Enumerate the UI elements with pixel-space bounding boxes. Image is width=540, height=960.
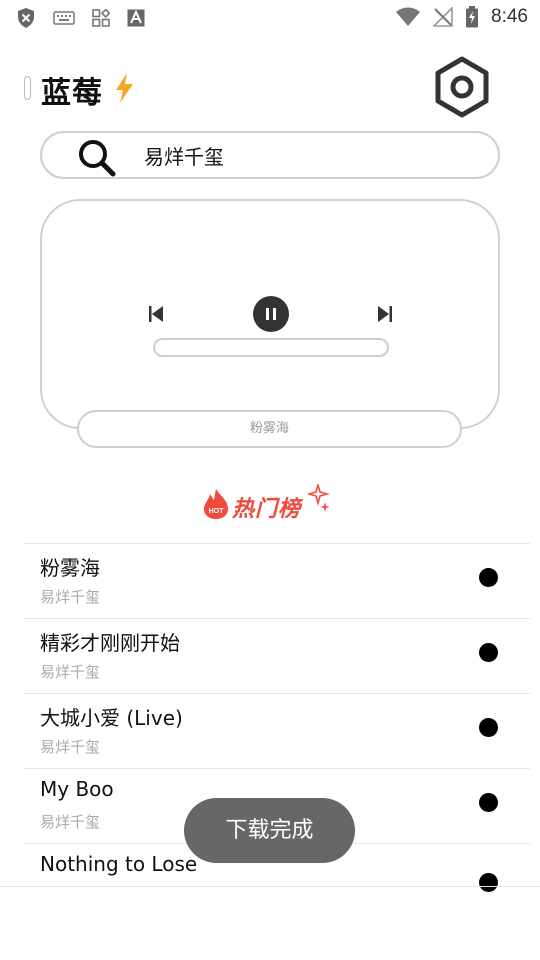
hot-chart-label: 热门榜 — [232, 497, 302, 522]
status-bar: 8:46 — [0, 0, 540, 36]
song-dot-icon[interactable] — [479, 643, 498, 662]
status-time: 8:46 — [491, 6, 528, 27]
wifi-icon — [396, 7, 421, 26]
song-artist: 易烊千玺 — [40, 738, 101, 756]
song-title: 大城小爱 (Live) — [40, 706, 183, 730]
search-bar[interactable] — [40, 131, 500, 179]
keyboard-icon — [53, 11, 75, 25]
song-artist: 易烊千玺 — [40, 813, 101, 831]
pause-button[interactable] — [253, 296, 289, 332]
song-row[interactable]: 精彩才刚刚开始 易烊千玺 — [25, 618, 530, 693]
pause-icon — [266, 308, 276, 320]
app-title: 蓝莓 — [41, 76, 103, 111]
toast-message: 下载完成 — [184, 798, 355, 863]
player-card — [40, 199, 500, 429]
previous-track-icon[interactable] — [148, 305, 164, 323]
hot-badge: HOT — [209, 508, 225, 515]
song-title: My Boo — [40, 777, 114, 801]
status-right-icons: 8:46 — [395, 6, 528, 28]
sparkle-icon — [308, 484, 330, 512]
search-icon[interactable] — [77, 138, 117, 178]
hot-chart-banner: HOT 热门榜 — [200, 484, 340, 524]
song-dot-icon[interactable] — [479, 793, 498, 812]
lightning-icon — [116, 73, 133, 103]
song-row[interactable]: 粉雾海 易烊千玺 — [25, 543, 530, 618]
song-dot-icon[interactable] — [479, 568, 498, 587]
next-track-icon[interactable] — [377, 305, 393, 323]
song-dot-icon[interactable] — [479, 873, 498, 892]
drawer-handle[interactable] — [24, 76, 31, 100]
search-input[interactable] — [144, 141, 464, 169]
song-dot-icon[interactable] — [479, 718, 498, 737]
status-left-icons — [16, 7, 145, 29]
song-artist: 易烊千玺 — [40, 588, 101, 606]
progress-bar[interactable] — [153, 338, 389, 357]
font-icon — [127, 9, 145, 27]
apps-icon — [92, 9, 110, 27]
song-artist: 易烊千玺 — [40, 663, 101, 681]
battery-charging-icon — [466, 6, 479, 28]
song-row[interactable]: 大城小爱 (Live) 易烊千玺 — [25, 693, 530, 768]
flame-icon: HOT — [204, 489, 228, 519]
list-divider — [0, 886, 540, 887]
shield-icon — [18, 8, 34, 28]
song-title: 精彩才刚刚开始 — [40, 631, 180, 655]
signal-off-icon — [433, 7, 453, 27]
settings-icon[interactable] — [432, 56, 492, 118]
song-title: Nothing to Lose — [40, 852, 198, 876]
now-playing-title[interactable]: 粉雾海 — [77, 410, 462, 448]
song-title: 粉雾海 — [40, 556, 100, 580]
